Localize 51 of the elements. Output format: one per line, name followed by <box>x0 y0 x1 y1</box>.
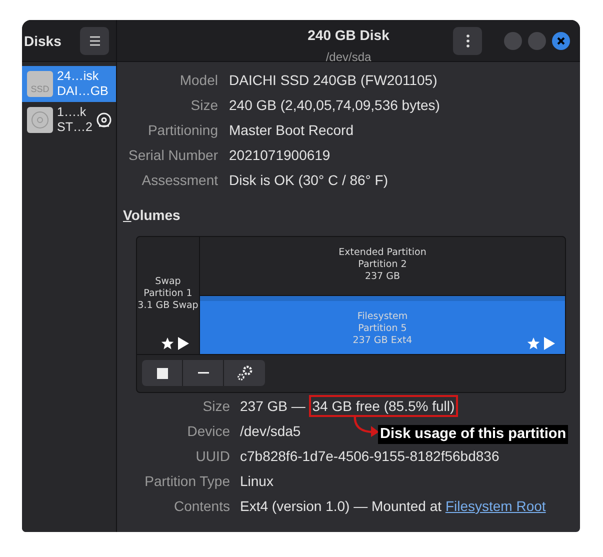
play-icon <box>178 337 189 350</box>
window-title: 240 GB Disk <box>308 27 390 43</box>
disk-model: ST…2 <box>57 120 92 135</box>
field-label: Partition Type <box>144 472 230 491</box>
square-icon <box>156 368 168 378</box>
field-label: Serial Number <box>128 146 218 165</box>
settings-button[interactable] <box>224 360 265 386</box>
disk-name: 1….k <box>57 105 88 120</box>
star-icon <box>161 337 174 350</box>
partition-label: Swap Partition 1 3.1 GB Swap <box>138 276 198 312</box>
star-icon <box>527 337 540 350</box>
field-value: Linux <box>240 473 274 489</box>
close-button[interactable] <box>552 32 570 50</box>
field-value: DAICHI SSD 240GB (FW201105) <box>229 71 438 90</box>
field-label: UUID <box>194 447 230 466</box>
close-icon <box>557 37 565 45</box>
section-heading: Volumes <box>123 206 182 225</box>
disk-model: DAI…GB <box>57 84 108 99</box>
field-label: Contents <box>172 497 230 516</box>
menu-icon <box>88 36 100 46</box>
field-label: Device <box>186 422 230 441</box>
field-label: Partitioning <box>146 121 218 140</box>
sidebar-title: Disks <box>24 32 62 48</box>
field-value: Ext4 (version 1.0) — Mounted at <box>240 498 443 514</box>
field-value: 240 GB (2,40,05,74,09,536 bytes) <box>229 96 441 115</box>
more-options-icon <box>466 34 470 48</box>
mount-point-link[interactable]: Filesystem Root <box>445 498 546 514</box>
field-label: Size <box>190 96 218 115</box>
field-value: 237 GB — <box>240 398 306 414</box>
field-label: Model <box>178 71 218 90</box>
partition-label: Extended Partition Partition 2 237 GB <box>338 247 426 283</box>
highlighted-usage-text: 34 GB free (85.5% full) <box>309 395 458 417</box>
disk-name: 24…isk <box>57 69 100 84</box>
field-label: Size <box>202 397 230 416</box>
field-value: Disk is OK (30° C / 86° F) <box>229 171 390 190</box>
gears-icon <box>236 365 252 381</box>
stop-button[interactable] <box>142 360 183 386</box>
field-value: c7b828f6-1d7e-4506-9155-8182f56bd836 <box>240 448 500 464</box>
disk-list-item[interactable]: 1….k ST…2 <box>22 102 116 138</box>
partition-label: Filesystem Partition 5 237 GB Ext4 <box>352 311 412 347</box>
disc-icon <box>96 112 112 128</box>
menu-button[interactable] <box>80 26 109 54</box>
annotation-label: Disk usage of this partition <box>378 425 568 444</box>
minus-icon <box>198 372 208 374</box>
field-value: 2021071900619 <box>229 146 332 165</box>
field-value: /dev/sda5 <box>240 423 301 439</box>
field-value: Master Boot Record <box>229 121 354 140</box>
window-subtitle: /dev/sda <box>326 50 372 64</box>
more-options-button[interactable] <box>453 27 482 55</box>
field-label: Assessment <box>140 171 218 190</box>
play-icon <box>544 337 555 350</box>
